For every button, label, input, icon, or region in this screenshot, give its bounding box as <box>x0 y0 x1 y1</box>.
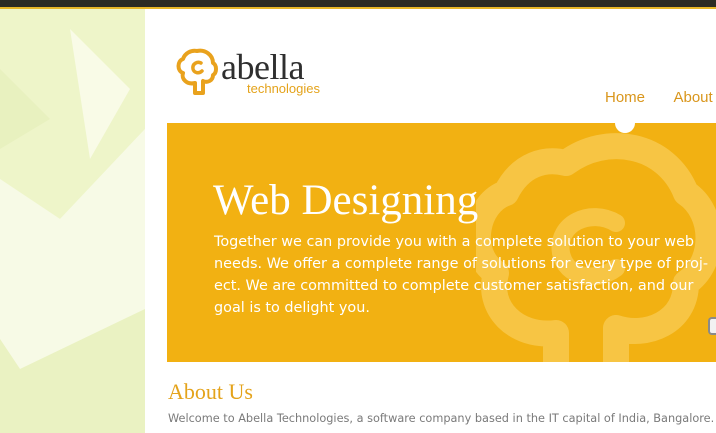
brain-gear-icon <box>176 48 218 95</box>
main-nav: Home About <box>605 89 716 107</box>
banner-title: Web Designing <box>213 177 479 224</box>
logo-tagline: technologies <box>247 81 320 96</box>
nav-item-about[interactable]: About <box>673 89 712 106</box>
page-content: abella technologies Home About Web Desig… <box>145 9 716 433</box>
about-title: About Us <box>168 379 253 404</box>
nav-item-home[interactable]: Home <box>605 89 645 106</box>
background-decoration <box>0 9 145 433</box>
top-border <box>0 0 716 7</box>
hero-banner: Web Designing Together we can provide yo… <box>167 123 716 362</box>
site-logo[interactable]: abella technologies <box>175 47 345 107</box>
slider-handle[interactable] <box>708 317 716 335</box>
about-text: Welcome to Abella Technologies, a softwa… <box>168 412 715 425</box>
banner-text: Together we can provide you with a compl… <box>214 234 709 316</box>
